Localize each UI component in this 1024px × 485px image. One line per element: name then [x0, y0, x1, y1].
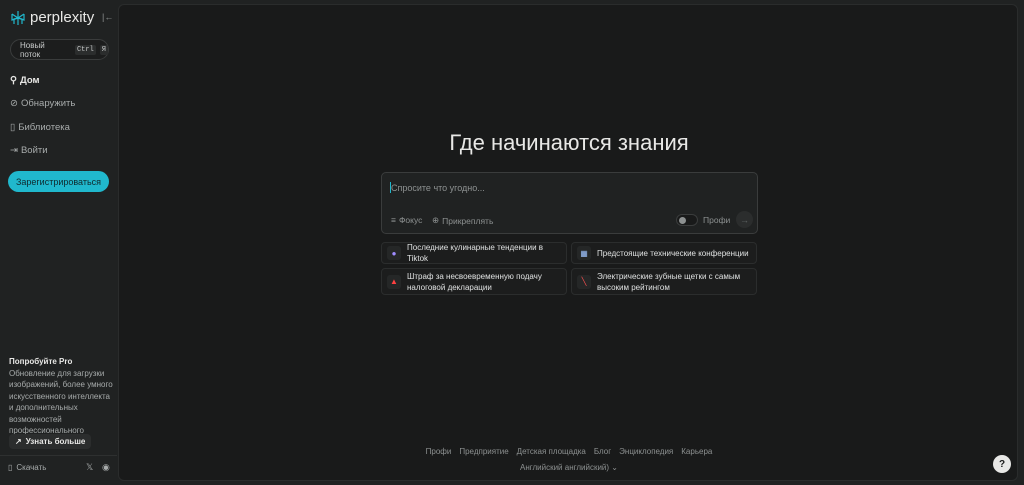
learn-more-button[interactable]: ↗ Узнать больше [9, 434, 92, 449]
pro-title: Попробуйте Pro [9, 357, 73, 366]
suggestion-card[interactable]: ▦ Предстоящие технические конференции [571, 242, 757, 264]
sidebar-item-label: Дом [19, 75, 40, 86]
perplexity-logo-icon [11, 10, 25, 25]
page-title: Где начинаются знания [449, 130, 689, 155]
sidebar-item-label: Библиотека [18, 122, 70, 133]
suggestion-label: Предстоящие технические конференции [597, 248, 749, 258]
new-thread-button[interactable]: Новый поток Ctrl Я [10, 39, 109, 60]
footer-link-pro[interactable]: Профи [426, 447, 452, 456]
pro-toggle[interactable] [676, 214, 698, 226]
learn-more-label: Узнать больше [25, 437, 86, 446]
filter-icon: ≡ [391, 215, 396, 225]
divider [0, 455, 117, 456]
download-label: Скачать [16, 463, 47, 472]
magnifier-emoji-icon: ● [387, 246, 401, 260]
focus-label: Фокус [398, 215, 423, 225]
sidebar-item-login[interactable]: ⇥ Войти [10, 145, 48, 156]
suggestion-label: Электрические зубные щетки с самым высок… [597, 271, 741, 292]
collapse-sidebar-icon[interactable]: |← [102, 12, 113, 22]
search-icon: ⚲ [10, 75, 17, 86]
chevron-down-icon: ⌄ [611, 463, 618, 472]
main-panel: Где начинаются знания Спросите что угодн… [118, 4, 1018, 481]
footer-link-enterprise[interactable]: Предприятие [459, 447, 508, 456]
sidebar-item-discover[interactable]: ⊘ Обнаружить [10, 98, 75, 109]
suggestion-label: Штраф за несвоевременную подачу налогово… [407, 271, 542, 292]
plus-circle-icon: ⊕ [432, 215, 440, 225]
suggestion-label: Последние кулинарные тенденции в Tiktok [407, 243, 544, 263]
logo[interactable]: perplexity [10, 9, 94, 26]
search-box[interactable]: Спросите что угодно... ≡ Фокус ⊕ Прикрепля… [381, 172, 758, 234]
sidebar: perplexity |← Новый поток Ctrl Я ⚲ Дом ⊘ О… [0, 0, 117, 485]
footer-link-blog[interactable]: Блог [594, 447, 611, 456]
submit-arrow-icon[interactable]: → [736, 211, 753, 228]
calendar-icon: ▦ [577, 246, 591, 260]
signup-button[interactable]: Зарегистрироваться [8, 171, 109, 192]
language-label: Английский английский) [519, 463, 610, 472]
attach-label: Прикреплять [442, 215, 494, 226]
phone-icon: ▯ [8, 463, 13, 472]
suggestion-card[interactable]: ● Последние кулинарные тенденции в Tiktok [381, 242, 567, 264]
library-icon: ▯ [10, 122, 16, 133]
new-thread-label: Новый поток [20, 40, 45, 59]
download-button[interactable]: ▯ Скачать [8, 463, 46, 472]
login-icon: ⇥ [10, 145, 18, 156]
arrow-up-right-icon: ↗ [15, 437, 22, 446]
kbd-ctrl: Ctrl [74, 44, 96, 55]
sidebar-item-label: Обнаружить [20, 98, 76, 109]
footer-link-careers[interactable]: Карьера [681, 447, 712, 456]
kbd-key: Я [99, 44, 108, 55]
attach-button[interactable]: ⊕ Прикреплять [432, 215, 493, 226]
footer-link-playground[interactable]: Детская площадка [517, 447, 586, 456]
siren-icon: ▲ [387, 274, 401, 289]
compass-icon: ⊘ [10, 98, 18, 109]
search-input[interactable]: Спросите что угодно... [391, 183, 485, 193]
x-icon[interactable]: 𝕏 [86, 462, 93, 473]
sidebar-item-label: Войти [20, 145, 48, 156]
footer-link-encyclopedia[interactable]: Энциклопедия [619, 447, 673, 456]
pro-label: Профи [703, 215, 731, 225]
suggestion-card[interactable]: ╲ Электрические зубные щетки с самым высо… [571, 268, 757, 295]
suggestion-card[interactable]: ▲ Штраф за несвоевременную подачу налогов… [381, 268, 567, 295]
toothbrush-icon: ╲ [577, 274, 591, 289]
footer-links: Профи Предприятие Детская площадка Блог Энци… [119, 447, 1019, 456]
discord-icon[interactable]: ◉ [102, 462, 110, 473]
focus-button[interactable]: ≡ Фокус [391, 215, 422, 225]
help-button[interactable]: ? [993, 455, 1011, 473]
brand-name: perplexity [30, 9, 95, 26]
language-select[interactable]: Английский английский) ⌄ [119, 463, 1019, 472]
sidebar-item-home[interactable]: ⚲ Дом [10, 75, 40, 86]
sidebar-item-library[interactable]: ▯ Библиотека [10, 122, 70, 133]
